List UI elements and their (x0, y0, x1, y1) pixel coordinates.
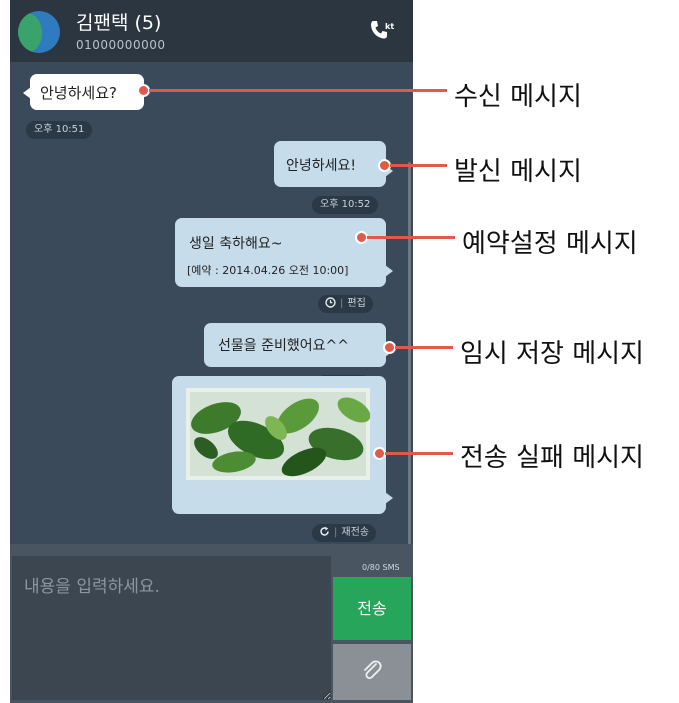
sent-time: 오후 10:52 (312, 196, 379, 214)
image-thumbnail[interactable] (186, 388, 370, 480)
conversation-header: 김팬택 (5) 01000000000 kt (10, 0, 413, 62)
reserved-info: [예약 : 2014.04.26 오전 10:00] (187, 264, 349, 277)
phone-screen: 김팬택 (5) 01000000000 kt 안녕하세요? 오후 10:51 안… (10, 0, 413, 703)
send-button[interactable]: 전송 (333, 577, 411, 640)
attach-button[interactable] (333, 644, 411, 700)
received-bubble[interactable]: 안녕하세요? (23, 74, 144, 110)
reserved-text: 생일 축하해요~ (189, 236, 283, 252)
call-button[interactable]: kt (370, 18, 410, 46)
label-reserved: 예약설정 메시지 (462, 229, 638, 259)
clock-icon (325, 297, 336, 308)
reserved-edit-chip[interactable]: | 편집 (318, 295, 373, 313)
scrollbar[interactable] (408, 162, 411, 597)
label-draft: 임시 저장 메시지 (460, 339, 644, 369)
draft-text: 선물을 준비했어요^^ (218, 338, 349, 354)
label-sent: 발신 메시지 (454, 157, 582, 187)
received-time: 오후 10:51 (26, 121, 93, 139)
retry-chip[interactable]: | 재전송 (312, 524, 376, 542)
contact-avatar[interactable] (18, 11, 60, 53)
compose-area: 0/80 SMS 전송 (10, 544, 413, 703)
sent-bubble[interactable]: 안녕하세요! (274, 141, 393, 187)
message-input[interactable] (12, 556, 331, 700)
character-counter: 0/80 SMS (362, 563, 400, 572)
kt-badge: kt (385, 22, 395, 31)
reserved-edit-label: 편집 (347, 298, 366, 309)
draft-bubble[interactable]: 선물을 준비했어요^^ (204, 323, 393, 367)
contact-name: 김팬택 (5) (76, 12, 162, 34)
sent-text: 안녕하세요! (286, 158, 357, 174)
paperclip-icon (364, 660, 382, 680)
contact-number: 01000000000 (76, 38, 166, 52)
received-text: 안녕하세요? (40, 84, 117, 102)
label-failed: 전송 실패 메시지 (460, 443, 644, 473)
reserved-bubble[interactable]: 생일 축하해요~ [예약 : 2014.04.26 오전 10:00] (175, 218, 393, 287)
retry-label: 재전송 (341, 527, 369, 538)
retry-icon (320, 526, 329, 536)
message-list[interactable]: 안녕하세요? 오후 10:51 안녕하세요! 오후 10:52 생일 축하해요~… (10, 62, 413, 597)
label-received: 수신 메시지 (454, 82, 582, 112)
failed-image-bubble[interactable] (172, 376, 393, 514)
